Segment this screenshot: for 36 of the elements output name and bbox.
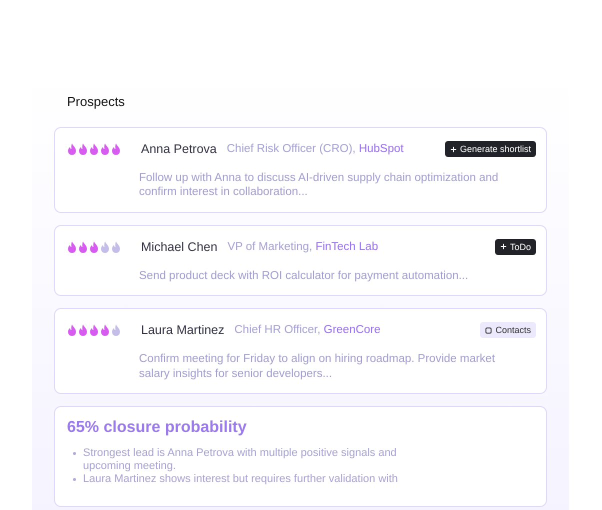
- flame-icon: [89, 324, 99, 336]
- prospect-role: Chief HR Officer, GreenCore: [234, 324, 382, 336]
- flame-icon: [67, 240, 77, 253]
- prospect-name: Anna Petrova: [141, 142, 217, 156]
- flame-icon: [67, 324, 77, 336]
- section-title: Prospects: [67, 94, 126, 109]
- prospect-name: Laura Martinez: [141, 323, 224, 338]
- flame-icon: [78, 240, 88, 253]
- bullet-icon: [73, 478, 76, 482]
- bullet-icon: [73, 452, 76, 455]
- action-button[interactable]: Contacts: [480, 322, 536, 338]
- flame-icon: [89, 240, 99, 253]
- prospect-note: Send product deck with ROI calculator for payment automation...: [139, 268, 470, 284]
- prospect-name: Michael Chen: [141, 240, 218, 254]
- flame-icon: [100, 324, 110, 336]
- flame-icon: [78, 324, 88, 336]
- action-button[interactable]: ToDo: [494, 238, 536, 255]
- prospect-role: VP of Marketing, FinTech Lab: [227, 240, 380, 253]
- flame-icon: [78, 143, 88, 155]
- flame-icon: [111, 324, 121, 336]
- flame-icon: [100, 240, 110, 253]
- flame-icon: [111, 240, 121, 253]
- prospect-note: Confirm meeting for Friday to align on hiring roadmap. Provide market salary insights for senior developers...: [139, 352, 496, 381]
- plus-icon: [450, 146, 457, 152]
- plus-icon: [500, 243, 507, 250]
- flame-icon: [89, 143, 99, 155]
- action-button[interactable]: Generate shortlist: [444, 141, 536, 157]
- prospect-role: Chief Risk Officer (CRO), HubSpot: [226, 143, 405, 155]
- summary-title: 65% closure probability: [67, 418, 248, 437]
- summary-point: Laura Martinez shows interest but requires further validation with: [83, 473, 398, 486]
- prospect-note: Follow up with Anna to discuss AI-driven supply chain optimization and confirm interest in collaboration...: [139, 171, 500, 200]
- flame-icon: [100, 143, 110, 155]
- square-icon: [485, 326, 492, 334]
- summary-point: Strongest lead is Anna Petrova with multiple positive signals and upcoming meeting.: [83, 446, 398, 474]
- flame-icon: [111, 143, 121, 155]
- flame-icon: [67, 143, 77, 155]
